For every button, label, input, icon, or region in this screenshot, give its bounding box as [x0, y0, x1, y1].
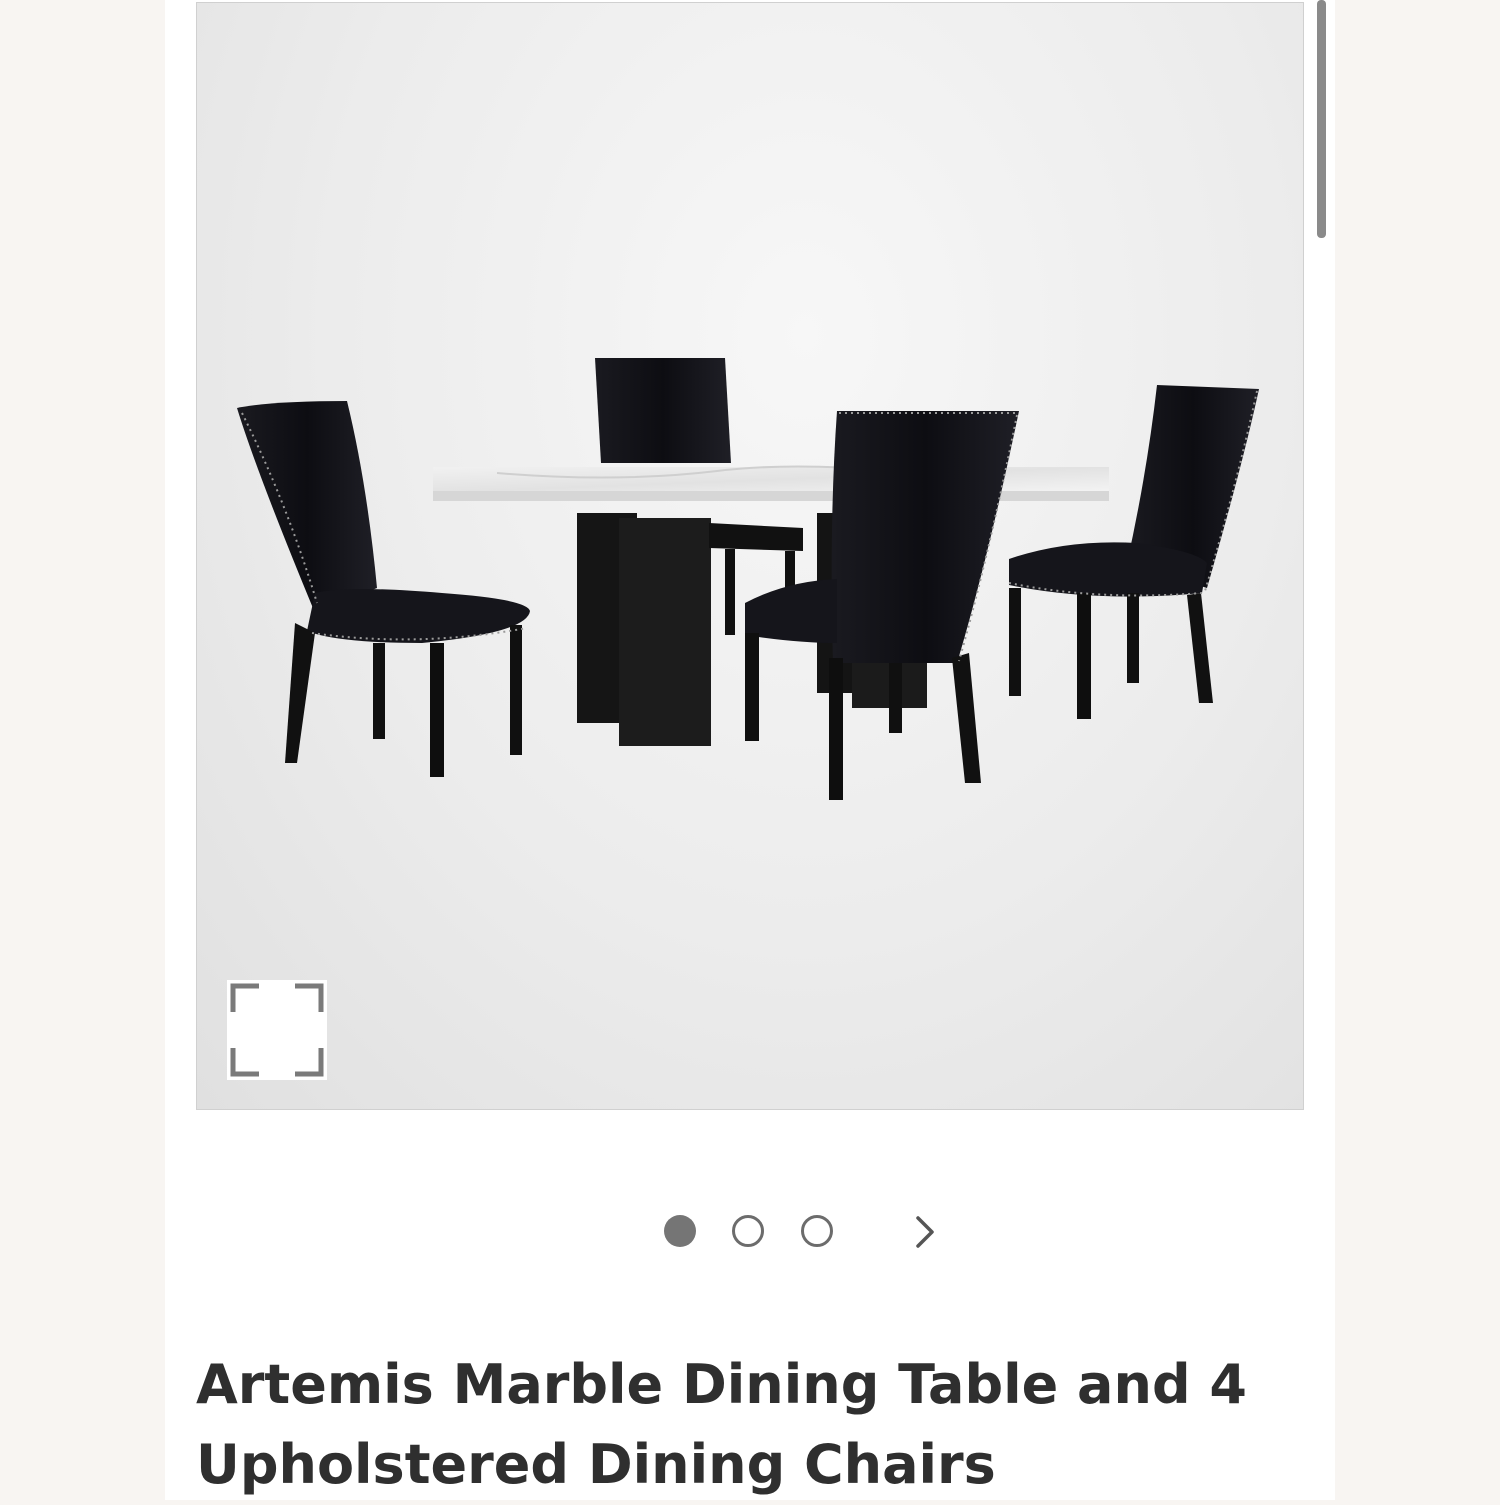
expand-corners-icon	[230, 983, 324, 1077]
expand-image-button[interactable]	[227, 980, 327, 1080]
product-image	[237, 358, 1259, 800]
gallery-next-button[interactable]	[908, 1212, 944, 1252]
chair-right	[1008, 385, 1259, 719]
chair-left	[237, 401, 530, 777]
gallery-dot-1[interactable]	[664, 1215, 696, 1247]
marble-table-top	[433, 465, 1109, 501]
product-title: Artemis Marble Dining Table and 4 Uphols…	[196, 1353, 1247, 1496]
gallery-dot-2[interactable]	[732, 1215, 764, 1247]
product-image-gallery[interactable]	[196, 2, 1304, 1110]
scrollbar[interactable]	[1317, 0, 1326, 238]
gallery-dot-3[interactable]	[801, 1215, 833, 1247]
gallery-pagination	[660, 1212, 960, 1256]
chevron-right-icon	[916, 1216, 934, 1248]
